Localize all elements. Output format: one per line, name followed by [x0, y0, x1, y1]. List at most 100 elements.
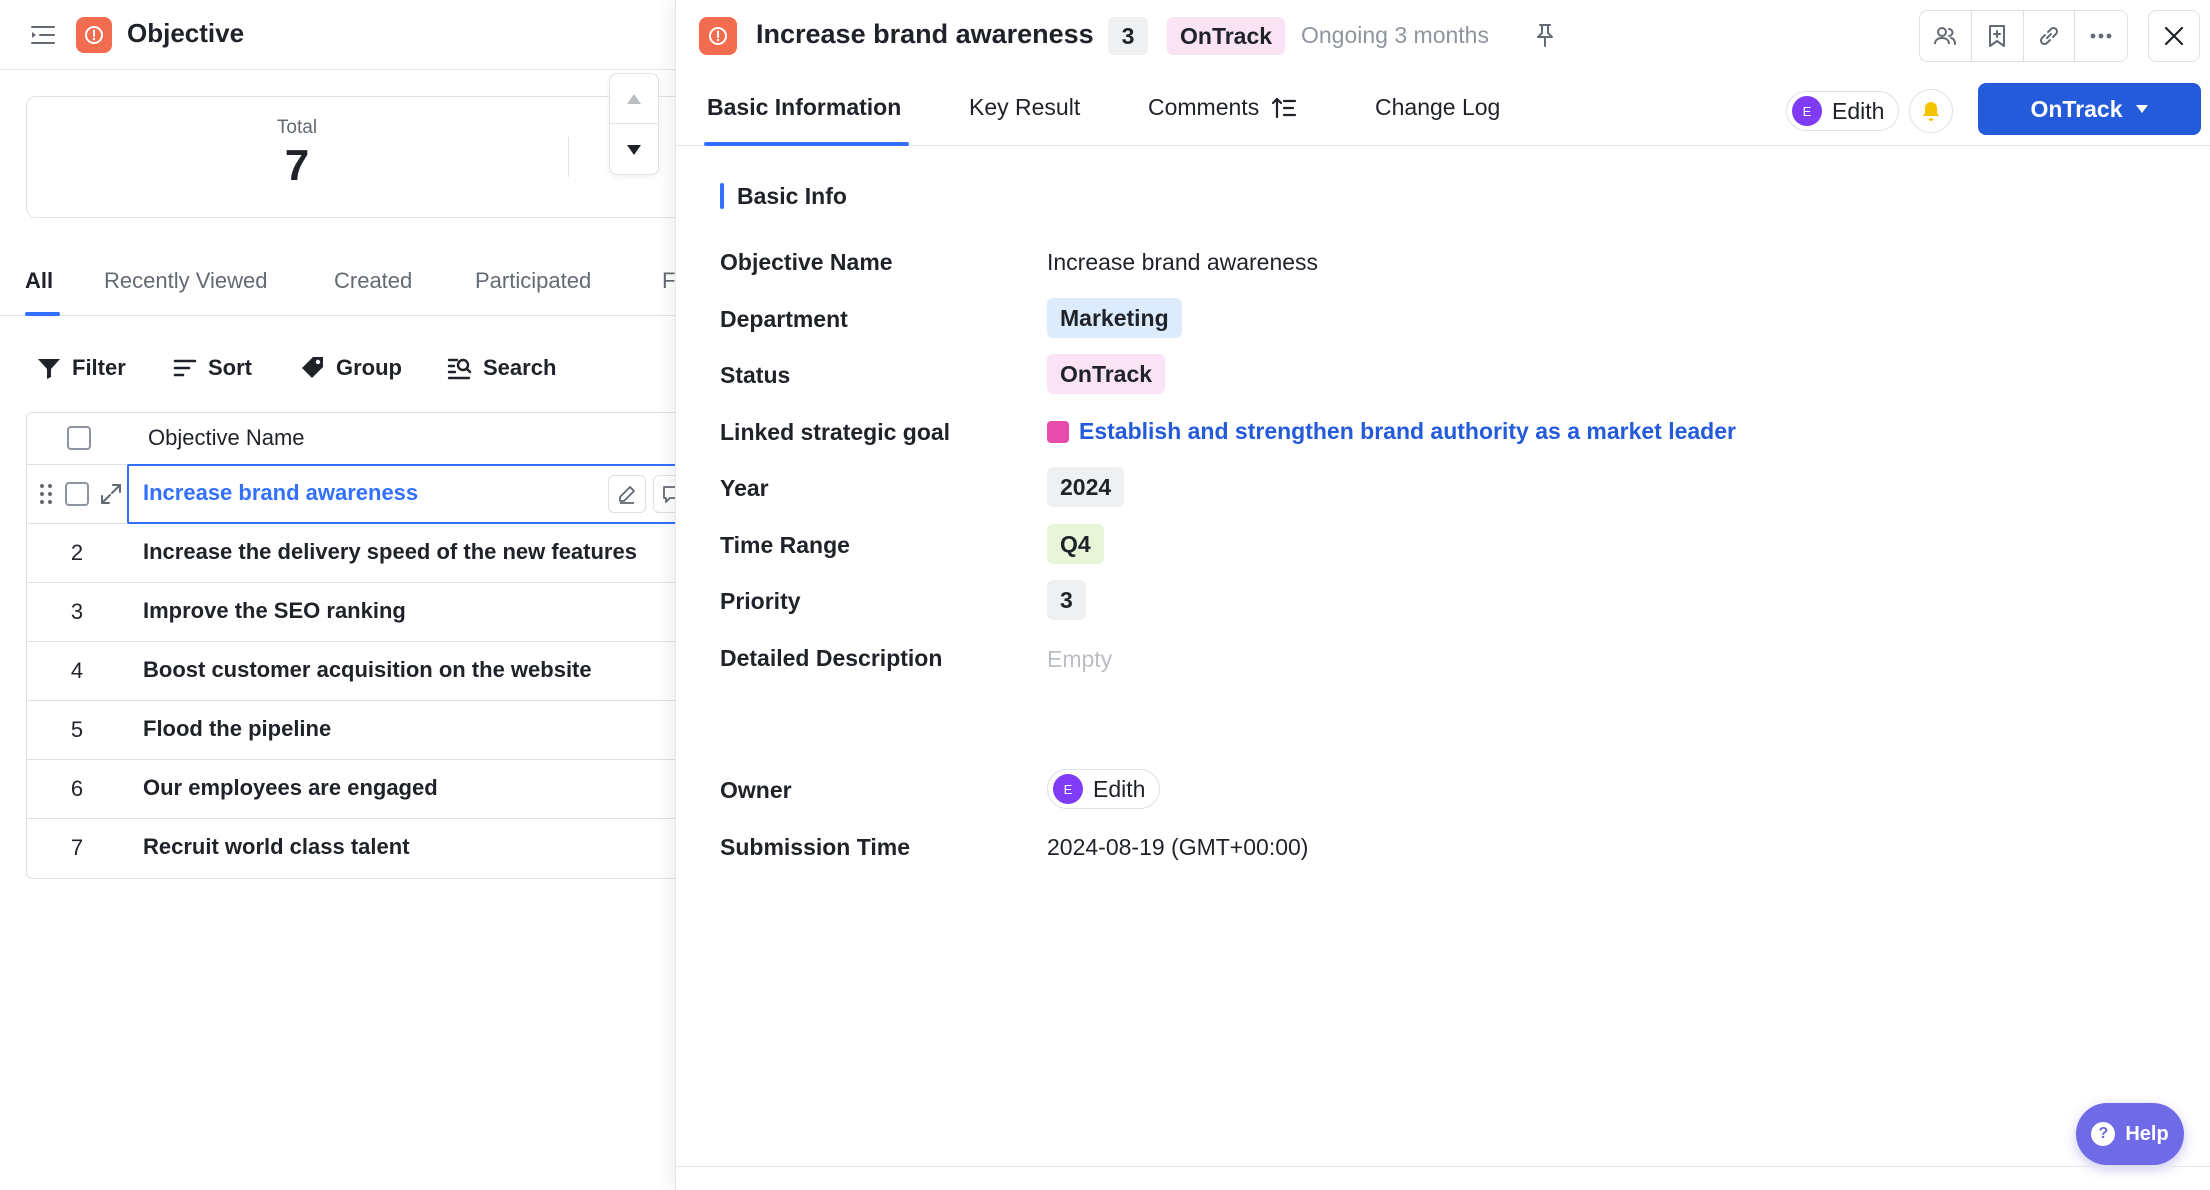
- copy-link-button[interactable]: [2024, 11, 2076, 61]
- help-button[interactable]: ? Help: [2076, 1103, 2184, 1165]
- row-name-link[interactable]: Increase brand awareness: [143, 480, 418, 506]
- close-icon: [2164, 26, 2184, 46]
- caret-up-icon: [627, 93, 641, 104]
- field-label-description: Detailed Description: [720, 645, 943, 671]
- field-value-time-range[interactable]: Q4: [1047, 524, 1104, 564]
- table-row[interactable]: 5 Flood the pipeline: [27, 701, 675, 760]
- row-index: 5: [70, 717, 84, 742]
- table-row[interactable]: 2 Increase the delivery speed of the new…: [27, 524, 675, 583]
- linked-goal-link[interactable]: Establish and strengthen brand authority…: [1047, 418, 1736, 445]
- field-value-description[interactable]: Empty: [1047, 646, 1112, 673]
- sort-order-icon[interactable]: [1271, 96, 1297, 120]
- notification-button[interactable]: [1909, 89, 1953, 133]
- field-value-linked-goal[interactable]: Establish and strengthen brand authority…: [1047, 418, 1736, 449]
- stat-value: 7: [284, 141, 310, 190]
- table-row[interactable]: 7 Recruit world class talent: [27, 819, 675, 878]
- field-value-priority[interactable]: 3: [1047, 580, 1086, 620]
- row-index: 2: [70, 540, 84, 565]
- link-icon: [2039, 26, 2058, 46]
- view-tabs: All Recently Viewed Created Participated…: [0, 256, 675, 316]
- drag-handle-icon[interactable]: [39, 483, 53, 505]
- expand-icon[interactable]: [99, 482, 123, 506]
- detail-tabs: Basic Information Key Result Comments Ch…: [676, 72, 2210, 146]
- tab-label: Key Result: [969, 94, 1081, 120]
- field-value-submission-time: 2024-08-19 (GMT+00:00): [1047, 834, 1309, 860]
- owner-chip[interactable]: E Edith: [1047, 769, 1161, 809]
- row-index: 3: [70, 599, 84, 624]
- table-row[interactable]: 6 Our employees are engaged: [27, 760, 675, 819]
- field-label-priority: Priority: [720, 588, 801, 614]
- table-row[interactable]: 4 Boost customer acquisition on the webs…: [27, 642, 675, 701]
- more-icon: [2090, 33, 2112, 39]
- row-name[interactable]: Our employees are engaged: [143, 775, 438, 801]
- priority-tag: 3: [1047, 580, 1086, 620]
- row-name[interactable]: Boost customer acquisition on the websit…: [143, 657, 592, 683]
- row-name[interactable]: Increase the delivery speed of the new f…: [143, 539, 637, 565]
- active-tab-indicator: [704, 142, 909, 146]
- time-range-tag: Q4: [1047, 524, 1104, 564]
- list-toolbar: Filter Sort Group Search: [0, 348, 675, 388]
- stat-label: Total: [276, 117, 318, 138]
- sort-button[interactable]: Sort: [172, 348, 252, 388]
- row-checkbox[interactable]: [65, 482, 89, 506]
- tab-overflow[interactable]: F: [662, 268, 675, 294]
- select-all-checkbox[interactable]: [67, 426, 91, 450]
- objective-list-pane: Objective Total 7 All Recently Viewed Cr…: [0, 0, 675, 1190]
- edit-cell-button[interactable]: [608, 475, 646, 513]
- left-header: Objective: [0, 0, 675, 70]
- objective-app-icon: [699, 17, 737, 55]
- field-value-objective-name[interactable]: Increase brand awareness: [1047, 249, 1318, 276]
- field-value-status[interactable]: OnTrack: [1047, 354, 1166, 394]
- row-name[interactable]: Recruit world class talent: [143, 834, 410, 860]
- group-button[interactable]: Group: [300, 348, 402, 388]
- bookmark-button[interactable]: [1972, 11, 2024, 61]
- more-button[interactable]: [2075, 11, 2127, 61]
- row-name[interactable]: Flood the pipeline: [143, 716, 331, 742]
- tab-basic-information[interactable]: Basic Information: [707, 94, 901, 121]
- field-value-department[interactable]: Marketing: [1047, 298, 1182, 338]
- filter-button[interactable]: Filter: [36, 348, 126, 388]
- tab-recently-viewed[interactable]: Recently Viewed: [104, 268, 267, 294]
- members-icon: [1934, 27, 1957, 45]
- pin-icon[interactable]: [1531, 21, 1559, 49]
- table-header: Objective Name: [27, 413, 675, 465]
- assignee-chip[interactable]: E Edith: [1786, 91, 1900, 131]
- group-label: Group: [336, 355, 402, 380]
- help-label: Help: [2125, 1122, 2169, 1145]
- tag-icon: [302, 357, 323, 378]
- avatar: E: [1053, 774, 1083, 804]
- priority-badge: 3: [1108, 17, 1148, 55]
- field-value-year[interactable]: 2024: [1047, 467, 1125, 507]
- section-title-text: Basic Info: [737, 182, 847, 209]
- scroll-up-button[interactable]: [610, 74, 658, 124]
- tab-key-result[interactable]: Key Result: [969, 94, 1080, 121]
- column-header-objective-name[interactable]: Objective Name: [148, 425, 305, 451]
- field-label-submission-time: Submission Time: [720, 834, 911, 860]
- collapse-sidebar-icon[interactable]: [30, 23, 56, 47]
- field-value-owner[interactable]: E Edith: [1047, 769, 1161, 809]
- members-button[interactable]: [1920, 11, 1972, 61]
- search-label: Search: [483, 355, 557, 380]
- tab-participated[interactable]: Participated: [475, 268, 591, 294]
- section-title: Basic Info: [720, 181, 847, 211]
- row-name[interactable]: Improve the SEO ranking: [143, 598, 406, 624]
- bottom-divider: [676, 1166, 2210, 1167]
- stat-scroll-control: [609, 73, 659, 175]
- objective-table: Objective Name Increase brand awareness …: [26, 412, 675, 879]
- tab-comments[interactable]: Comments: [1148, 94, 1297, 121]
- tab-change-log[interactable]: Change Log: [1375, 94, 1500, 121]
- close-button[interactable]: [2148, 10, 2200, 62]
- assignee-name: Edith: [1832, 97, 1885, 124]
- scroll-down-button[interactable]: [610, 125, 658, 175]
- status-dropdown-button[interactable]: OnTrack: [1978, 83, 2201, 135]
- table-row[interactable]: 3 Improve the SEO ranking: [27, 583, 675, 642]
- comment-cell-button[interactable]: [653, 475, 675, 513]
- total-stat-card: Total 7: [26, 96, 675, 218]
- tab-all[interactable]: All: [25, 268, 53, 294]
- search-button[interactable]: Search: [447, 348, 556, 388]
- search-icon: [447, 358, 472, 380]
- table-row[interactable]: Increase brand awareness: [27, 464, 675, 524]
- detail-header: Increase brand awareness 3 OnTrack Ongoi…: [676, 0, 2210, 72]
- tab-created[interactable]: Created: [334, 268, 412, 294]
- owner-name: Edith: [1093, 775, 1146, 802]
